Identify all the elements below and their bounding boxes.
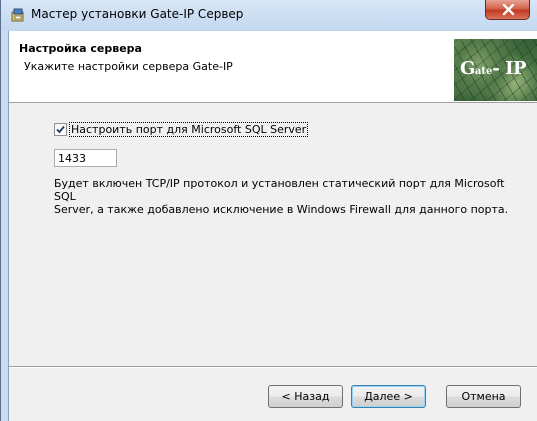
port-description: Будет включен TCP/IP протокол и установл…: [54, 177, 509, 216]
wizard-header: Настройка сервера Укажите настройки серв…: [9, 31, 537, 103]
footer-divider: [9, 366, 537, 368]
sql-port-checkbox[interactable]: [54, 123, 67, 136]
back-button[interactable]: < Назад: [268, 385, 343, 408]
close-icon: [502, 4, 515, 16]
checkmark-icon: [56, 125, 65, 134]
sql-port-checkbox-label[interactable]: Настроить порт для Microsoft SQL Server: [69, 122, 309, 137]
page-subtitle: Укажите настройки сервера Gate-IP: [24, 60, 233, 73]
page-title: Настройка сервера: [19, 42, 142, 55]
port-input[interactable]: [54, 149, 117, 167]
title-bar[interactable]: Мастер установки Gate-IP Сервер: [1, 0, 537, 31]
gate-ip-logo: Gate- IP: [454, 39, 537, 101]
logo-rest: - IP: [492, 58, 527, 79]
cancel-button[interactable]: Отмена: [446, 385, 521, 408]
logo-letter: G: [460, 58, 475, 79]
logo-text: Gate- IP: [460, 58, 527, 79]
window-title: Мастер установки Gate-IP Сервер: [31, 7, 244, 21]
installer-window: Мастер установки Gate-IP Сервер Настройк…: [0, 0, 537, 421]
logo-small: ate: [474, 66, 493, 77]
next-button[interactable]: Далее >: [351, 385, 426, 408]
close-button[interactable]: [485, 0, 530, 20]
installer-icon: [10, 7, 26, 23]
client-area: Настройка сервера Укажите настройки серв…: [8, 31, 537, 421]
